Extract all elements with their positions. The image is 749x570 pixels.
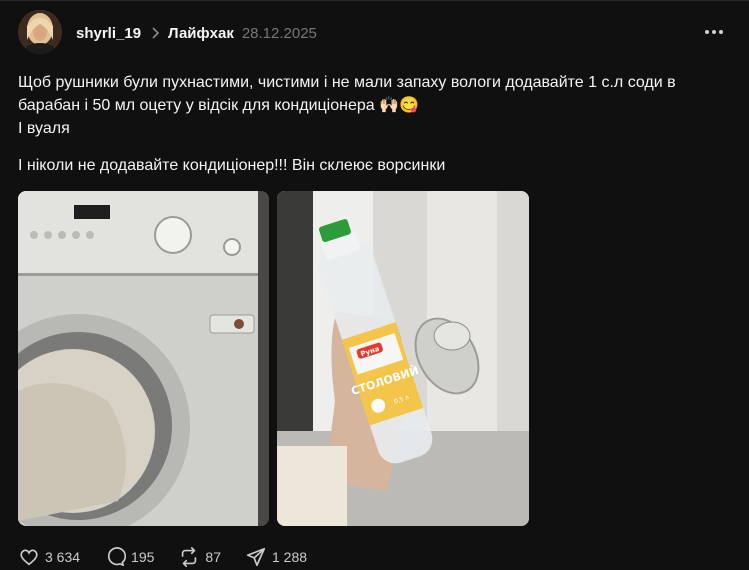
comment-icon (104, 546, 127, 568)
vinegar-bottle-photo[interactable]: Руна СТОЛОВИЙ 0,5 л (277, 191, 529, 526)
action-bar: 3 634 195 87 1 288 (18, 546, 331, 568)
like-count: 3 634 (45, 549, 81, 565)
post-card: shyrli_19 Лайфхак 28.12.2025 Щоб рушники… (0, 0, 749, 570)
send-icon (245, 546, 267, 568)
repost-count: 87 (205, 549, 221, 565)
repost-icon (178, 546, 200, 568)
comment-count: 195 (131, 549, 155, 565)
username[interactable]: shyrli_19 (76, 25, 141, 42)
washing-machine-photo[interactable] (18, 191, 269, 526)
share-count: 1 288 (271, 549, 308, 565)
repost-button[interactable]: 87 (178, 546, 221, 568)
post-text: Щоб рушники були пухнастими, чистими і н… (18, 71, 728, 177)
comment-button[interactable]: 195 (104, 546, 154, 568)
more-options-icon[interactable] (705, 21, 723, 41)
post-date[interactable]: 28.12.2025 (242, 25, 317, 42)
post-paragraph: І ніколи не додавайте кондиціонер!!! Він… (18, 157, 446, 174)
chevron-right-icon (150, 23, 162, 43)
avatar[interactable] (18, 10, 62, 54)
heart-icon (18, 546, 40, 568)
share-button[interactable]: 1 288 (245, 546, 307, 568)
post-paragraph: І вуаля (18, 120, 70, 137)
post-header: shyrli_19 Лайфхак 28.12.2025 (76, 23, 317, 43)
topic-link[interactable]: Лайфхак (168, 25, 234, 42)
like-button[interactable]: 3 634 (18, 546, 80, 568)
post-paragraph: Щоб рушники були пухнастими, чистими і н… (18, 74, 676, 114)
